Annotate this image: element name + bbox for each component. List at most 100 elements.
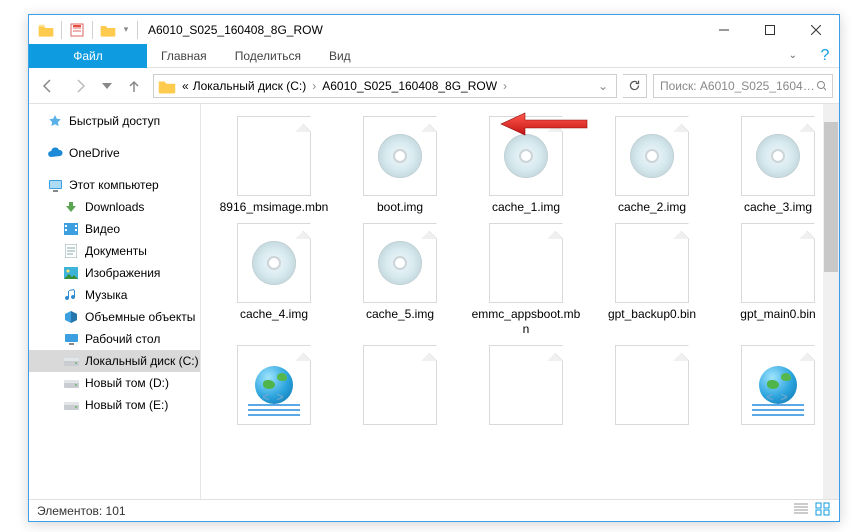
ribbon: Файл Главная Поделиться Вид ⌄ ? [29,44,839,68]
sidebar-item-6[interactable]: Рабочий стол [29,328,200,350]
up-button[interactable] [121,73,147,99]
file-item[interactable]: boot.img [341,116,459,215]
file-thumb [615,345,689,425]
file-thumb [363,116,437,196]
file-name: cache_5.img [366,307,434,322]
disk-icon [63,376,79,390]
crumb-prefix: « [180,79,191,93]
3d-icon [63,310,79,324]
file-thumb [615,223,689,303]
file-item[interactable]: gpt_backup0.bin [593,223,711,337]
file-item[interactable]: gpt_main0.bin [719,223,837,337]
sidebar-item-2[interactable]: Документы [29,240,200,262]
file-thumb [237,223,311,303]
file-name: cache_4.img [240,307,308,322]
file-item[interactable]: < > [215,345,333,429]
disk-icon [63,398,79,412]
file-item[interactable]: cache_1.img [467,116,585,215]
tab-share[interactable]: Поделиться [221,44,315,68]
file-item[interactable]: emmc_appsboot.mbn [467,223,585,337]
search-input[interactable]: Поиск: A6010_S025_160408_8... [653,74,833,98]
file-name: gpt_backup0.bin [608,307,696,322]
scrollbar[interactable] [823,104,839,499]
sidebar-item-onedrive[interactable]: OneDrive [29,142,200,164]
folder-icon [35,19,57,41]
maximize-button[interactable] [747,15,793,44]
titlebar: ▾ A6010_S025_160408_8G_ROW [29,15,839,44]
address-row: « Локальный диск (C:) › A6010_S025_16040… [29,68,839,104]
address-bar[interactable]: « Локальный диск (C:) › A6010_S025_16040… [153,74,617,98]
ribbon-expand-icon[interactable]: ⌄ [775,50,811,61]
chevron-right-icon: › [499,79,511,93]
file-item[interactable]: 8916_msimage.mbn [215,116,333,215]
doc-icon [63,244,79,258]
crumb-folder[interactable]: A6010_S025_160408_8G_ROW [320,79,499,93]
file-thumb [489,116,563,196]
file-thumb [363,223,437,303]
file-item[interactable] [593,345,711,429]
desk-icon [63,332,79,346]
cloud-icon [47,146,63,160]
sidebar-item-4[interactable]: Музыка [29,284,200,306]
file-item[interactable]: cache_4.img [215,223,333,337]
sidebar-item-3[interactable]: Изображения [29,262,200,284]
file-item[interactable]: cache_3.img [719,116,837,215]
file-thumb [741,223,815,303]
status-label: Элементов: [37,504,102,518]
tab-view[interactable]: Вид [315,44,365,68]
close-button[interactable] [793,15,839,44]
view-thumbnails-icon[interactable] [815,502,831,519]
back-button[interactable] [35,73,61,99]
explorer-window: ▾ A6010_S025_160408_8G_ROW Файл Главная … [28,14,840,522]
file-thumb [741,116,815,196]
main-split: Быстрый доступ OneDrive Этот компьютер D… [29,104,839,499]
file-thumb [489,345,563,425]
sidebar-item-pc[interactable]: Этот компьютер [29,174,200,196]
status-bar: Элементов: 101 [29,499,839,521]
sidebar-item-9[interactable]: Новый том (E:) [29,394,200,416]
qat-prop-icon[interactable] [66,19,88,41]
file-item[interactable] [341,345,459,429]
status-count: 101 [106,504,126,518]
crumb-drive[interactable]: Локальный диск (C:) [191,79,309,93]
minimize-button[interactable] [701,15,747,44]
file-item[interactable] [467,345,585,429]
file-thumb [615,116,689,196]
file-name: cache_3.img [744,200,812,215]
mus-icon [63,288,79,302]
file-thumb [363,345,437,425]
file-item[interactable]: < > [719,345,837,429]
qat-folder-icon[interactable] [97,19,119,41]
file-item[interactable]: cache_5.img [341,223,459,337]
file-name: 8916_msimage.mbn [220,200,329,215]
file-thumb [489,223,563,303]
vid-icon [63,222,79,236]
qat: ▾ [29,19,142,41]
refresh-button[interactable] [623,74,647,98]
sidebar-item-8[interactable]: Новый том (D:) [29,372,200,394]
file-item[interactable]: cache_2.img [593,116,711,215]
sidebar-item-7[interactable]: Локальный диск (C:) [29,350,200,372]
history-dropdown-icon[interactable] [99,73,115,99]
pc-icon [47,178,63,192]
forward-button[interactable] [67,73,93,99]
folder-icon [158,78,176,94]
down-icon [63,200,79,214]
sidebar-item-1[interactable]: Видео [29,218,200,240]
tab-file[interactable]: Файл [29,44,147,68]
view-details-icon[interactable] [793,502,809,519]
sidebar-item-quick[interactable]: Быстрый доступ [29,110,200,132]
help-icon[interactable]: ? [811,47,839,65]
file-thumb [237,116,311,196]
star-icon [47,114,63,128]
file-name: cache_2.img [618,200,686,215]
scrollbar-thumb[interactable] [824,122,838,272]
file-pane[interactable]: 8916_msimage.mbn boot.img cache_1.imgcache… [201,104,839,499]
sidebar-item-5[interactable]: Объемные объекты [29,306,200,328]
file-name: boot.img [377,200,423,215]
chevron-right-icon: › [308,79,320,93]
qat-dropdown-icon[interactable]: ▾ [119,19,133,41]
tab-home[interactable]: Главная [147,44,221,68]
sidebar-item-0[interactable]: Downloads [29,196,200,218]
address-dropdown-icon[interactable]: ⌄ [594,79,612,93]
